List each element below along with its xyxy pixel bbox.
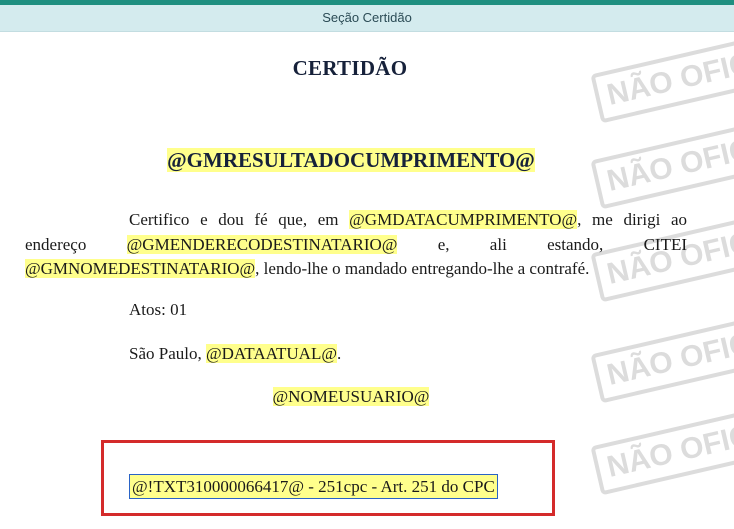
section-header: Seção Certidão bbox=[0, 5, 734, 32]
text-field-placeholder[interactable]: @!TXT310000066417@ - 251cpc - Art. 251 d… bbox=[129, 474, 498, 499]
location-text: São Paulo, bbox=[129, 344, 206, 363]
date-cumprimento-placeholder[interactable]: @GMDATACUMPRIMENTO@ bbox=[349, 210, 578, 229]
watermark-stamp: NÃO OFICIAL bbox=[590, 404, 734, 496]
period-text: . bbox=[336, 344, 342, 363]
username-placeholder[interactable]: @NOMEUSUARIO@ bbox=[272, 387, 430, 406]
paragraph-text: e, ali estando, CITEI bbox=[397, 234, 687, 254]
recipient-name-placeholder[interactable]: @GMNOMEDESTINATARIO@ bbox=[25, 259, 256, 278]
current-date-placeholder[interactable]: @DATAATUAL@ bbox=[205, 344, 337, 363]
result-heading: @GMRESULTADOCUMPRIMENTO@ bbox=[0, 148, 702, 173]
paragraph-text: , lendo-lhe o mandado entregando-lhe a c… bbox=[255, 259, 590, 278]
signature-line: @NOMEUSUARIO@ bbox=[0, 387, 702, 407]
document-title: CERTIDÃO bbox=[292, 56, 408, 80]
address-placeholder[interactable]: @GMENDERECODESTINATARIO@ bbox=[126, 234, 398, 254]
certification-paragraph: Certifico e dou fé que, em @GMDATACUMPRI… bbox=[25, 208, 687, 282]
paragraph-text: Certifico e dou fé que, em bbox=[129, 210, 350, 229]
location-date-line: São Paulo, @DATAATUAL@. bbox=[129, 344, 341, 364]
atos-line: Atos: 01 bbox=[129, 300, 188, 319]
result-placeholder[interactable]: @GMRESULTADOCUMPRIMENTO@ bbox=[167, 148, 535, 172]
